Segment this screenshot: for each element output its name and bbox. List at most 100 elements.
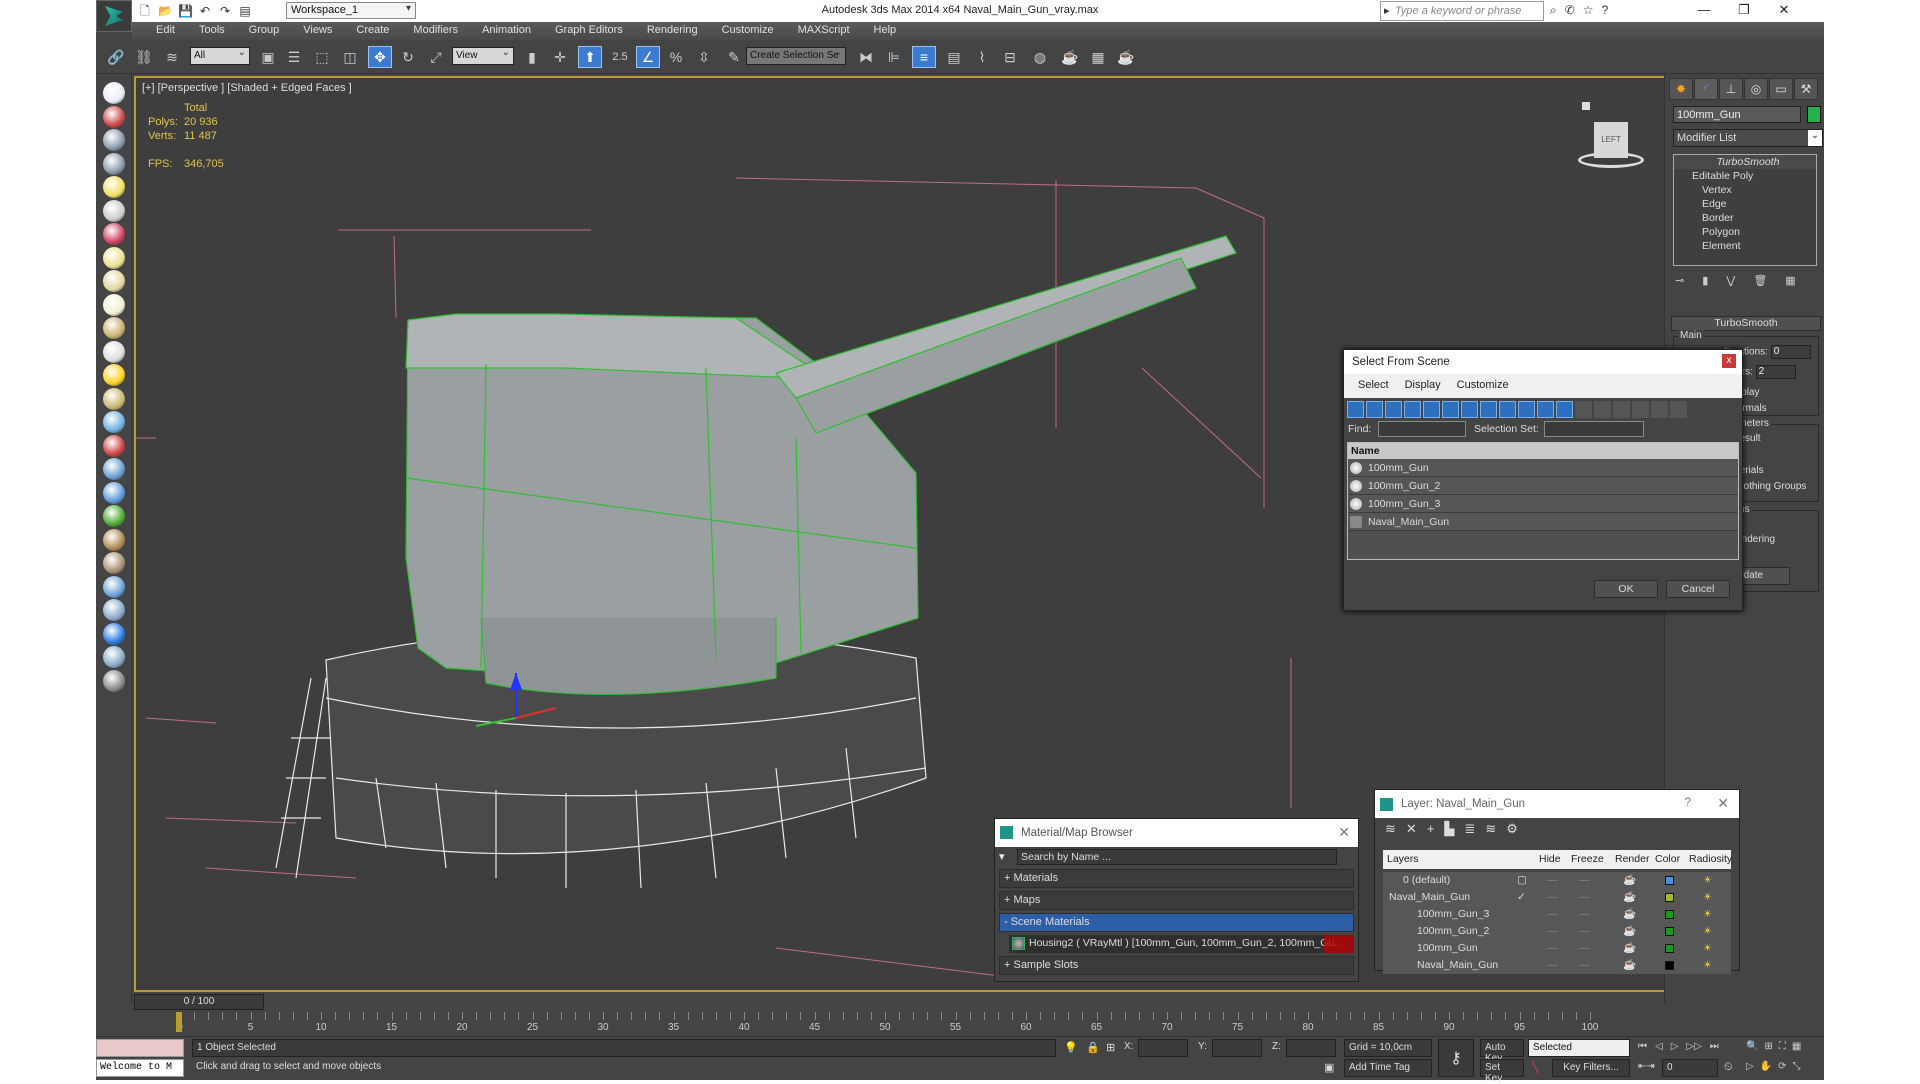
select-and-scale-icon[interactable]: ⤢ (424, 46, 448, 68)
sun-icon[interactable] (103, 364, 125, 386)
item-label[interactable]: Naval_Main_Gun (1368, 516, 1449, 528)
menu-animation[interactable]: Animation (470, 22, 543, 40)
iterations-spinner[interactable]: 0 (1770, 345, 1811, 359)
viewcube-face-left[interactable]: LEFT (1594, 122, 1628, 158)
stack-item-editable-poly[interactable]: Editable Poly (1674, 169, 1816, 183)
project-folder-icon[interactable]: ▤ (238, 4, 252, 18)
time-configuration-icon[interactable]: ⏲ (1724, 1061, 1733, 1074)
layer-color-swatch[interactable] (1665, 910, 1674, 919)
stack-item-vertex[interactable]: Vertex (1674, 183, 1816, 197)
layer-explorer-icon[interactable] (103, 152, 125, 175)
key-filters-button[interactable]: Key Filters... (1552, 1059, 1630, 1077)
tab-utilities[interactable]: ⚒ (1794, 78, 1818, 100)
search-options-icon[interactable]: ▾ (999, 850, 1005, 863)
display-shapes-icon[interactable] (1366, 401, 1383, 418)
render-frame-icon[interactable] (103, 105, 125, 128)
add-time-tag-button[interactable]: Add Time Tag (1344, 1059, 1432, 1077)
favorites-star-icon[interactable]: ☆ (1583, 3, 1594, 18)
tab-hierarchy[interactable]: ⊥ (1719, 78, 1743, 100)
filter-icon[interactable] (1632, 401, 1649, 418)
col-hide[interactable]: Hide (1539, 853, 1561, 865)
help-circle-icon[interactable] (103, 669, 125, 692)
display-geometry-icon[interactable] (1347, 401, 1364, 418)
selection-icon[interactable] (103, 622, 125, 645)
timeline-ruler[interactable]: 0510152025303540455055606570758085909510… (176, 1012, 1666, 1036)
make-unique-icon[interactable]: ⋁ (1726, 274, 1735, 287)
z-coordinate-input[interactable] (1286, 1039, 1336, 1057)
materials-section[interactable]: + Materials (999, 869, 1354, 888)
zoom-extents-icon[interactable]: ⛶ (1779, 1041, 1786, 1052)
layer-row[interactable]: 100mm_Gun — — ☕ ☀ (1383, 940, 1731, 957)
edit-named-selection-icon[interactable]: ✎ (722, 46, 746, 68)
scene-materials-section[interactable]: - Scene Materials (999, 913, 1354, 932)
selection-set-dropdown[interactable] (1544, 421, 1644, 437)
menu-edit[interactable]: Edit (144, 22, 187, 40)
layer-name[interactable]: 100mm_Gun_2 (1417, 923, 1489, 940)
mirror-icon[interactable]: ⧓ (854, 46, 878, 68)
teapot-wire-icon[interactable] (103, 317, 125, 339)
maxscript-listener-input[interactable] (96, 1039, 184, 1057)
stack-item-element[interactable]: Element (1674, 239, 1816, 253)
radiosity-icon[interactable]: ☀ (1703, 872, 1712, 889)
menu-select[interactable]: Select (1358, 379, 1389, 393)
orbit-icon[interactable]: ⟳ (1778, 1061, 1786, 1072)
grass-icon[interactable] (103, 505, 125, 527)
freeze-all-layers-icon[interactable]: ⚙ (1506, 821, 1518, 839)
reference-coordinate-dropdown[interactable]: View (452, 47, 514, 65)
undo-icon[interactable]: ↶ (198, 4, 212, 18)
align-icon[interactable]: ⊫ (882, 46, 906, 68)
molecule-icon[interactable] (103, 434, 125, 457)
render-setup-icon[interactable]: ☕ (1058, 46, 1082, 68)
current-frame-marker[interactable] (176, 1012, 182, 1032)
maximize-viewport-icon[interactable]: ⤡ (1793, 1061, 1801, 1072)
tab-display[interactable]: ▭ (1769, 78, 1793, 100)
spinner-snap-icon[interactable]: ⇳ (692, 46, 716, 68)
add-to-layer-icon[interactable]: + (1427, 821, 1435, 839)
select-object-icon[interactable]: ▣ (256, 46, 280, 68)
display-groups-icon[interactable] (1461, 401, 1478, 418)
schematic-view-icon[interactable]: ⊟ (998, 46, 1022, 68)
create-layer-icon[interactable]: ≋ (1385, 821, 1396, 839)
layer-name[interactable]: 100mm_Gun_3 (1417, 906, 1489, 923)
mesh-icon[interactable] (103, 458, 125, 480)
menu-views[interactable]: Views (291, 22, 344, 40)
show-end-result-icon[interactable]: ▮ (1702, 274, 1708, 287)
new-file-icon[interactable]: 🗋 (138, 4, 152, 18)
menu-modifiers[interactable]: Modifiers (401, 22, 470, 40)
close-icon[interactable]: ✕ (1717, 795, 1729, 812)
layer-manager-icon[interactable]: ≡ (912, 46, 936, 68)
menu-create[interactable]: Create (344, 22, 401, 40)
light-bulb-icon[interactable] (103, 176, 125, 198)
redo-icon[interactable]: ↷ (218, 4, 232, 18)
material-editor-icon[interactable]: ◍ (1028, 46, 1052, 68)
search-by-name-input[interactable]: Search by Name ... (1017, 849, 1337, 865)
object-color-swatch[interactable] (1807, 106, 1821, 123)
layer-row[interactable]: 100mm_Gun_3 — — ☕ ☀ (1383, 906, 1731, 923)
render-teapot-icon[interactable]: ☕ (1623, 906, 1636, 923)
open-file-icon[interactable]: 📂 (158, 4, 173, 18)
display-lights-icon[interactable] (1385, 401, 1402, 418)
menu-maxscript[interactable]: MAXScript (786, 22, 862, 40)
sample-slots-section[interactable]: + Sample Slots (999, 956, 1354, 975)
layer-row[interactable]: 100mm_Gun_2 — — ☕ ☀ (1383, 923, 1731, 940)
y-coordinate-input[interactable] (1212, 1039, 1262, 1057)
hide-toggle[interactable]: — (1547, 872, 1558, 889)
scene-explorer-icon[interactable] (103, 129, 125, 151)
select-invert-icon[interactable] (1613, 401, 1630, 418)
display-cameras-icon[interactable] (1404, 401, 1421, 418)
unlink-icon[interactable]: ⛓ (132, 46, 156, 68)
sphere-light-icon[interactable] (103, 293, 125, 316)
previous-frame-icon[interactable]: ◁ (1655, 1041, 1663, 1052)
selection-filter-dropdown[interactable]: All (190, 47, 250, 65)
workspace-dropdown[interactable]: Workspace_1 (286, 2, 416, 19)
foliage-icon[interactable] (103, 481, 125, 504)
freeze-toggle[interactable]: — (1579, 872, 1590, 889)
close-icon[interactable]: x (1722, 354, 1736, 368)
layer-name[interactable]: 100mm_Gun (1417, 940, 1478, 957)
cancel-button[interactable]: Cancel (1666, 580, 1730, 598)
layer-row[interactable]: 0 (default) ▢ — — ☕ ☀ (1383, 872, 1731, 889)
close-icon[interactable]: ✕ (1338, 824, 1350, 841)
col-freeze[interactable]: Freeze (1571, 853, 1604, 865)
remove-modifier-icon[interactable]: 🗑 (1753, 274, 1767, 287)
render-teapot-icon[interactable]: ☕ (1623, 872, 1636, 889)
